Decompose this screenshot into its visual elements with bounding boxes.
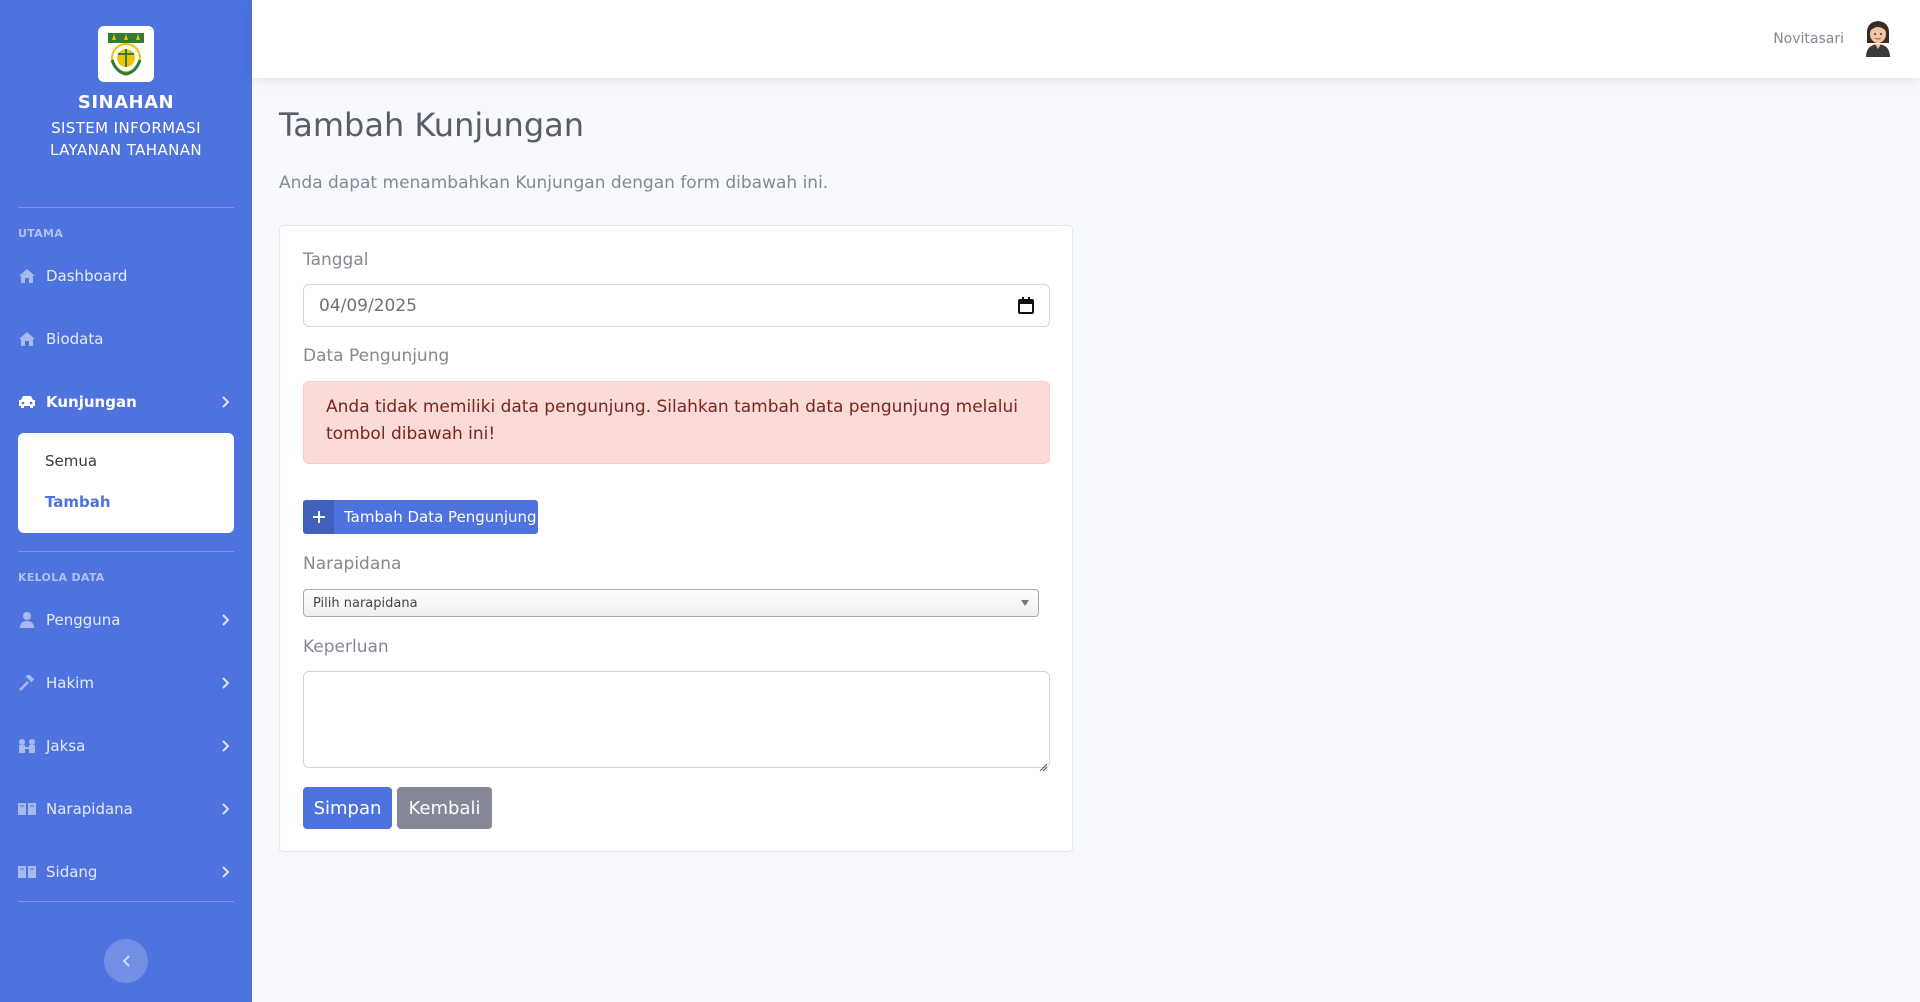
sidebar-item-label: Kunjungan (46, 393, 137, 411)
submenu-item-tambah[interactable]: Tambah (45, 493, 111, 511)
book-icon (18, 863, 36, 881)
keperluan-label: Keperluan (303, 637, 389, 657)
justice-scale-emblem-icon (98, 26, 154, 82)
sidebar-heading-main: UTAMA (18, 227, 64, 240)
sidebar-item-label: Hakim (46, 674, 94, 692)
gavel-icon (18, 674, 36, 692)
sidebar-item-kunjungan[interactable]: Kunjungan (0, 382, 252, 422)
book-icon (18, 800, 36, 818)
sidebar-item-sidang[interactable]: Sidang (0, 852, 252, 892)
sidebar-item-hakim[interactable]: Hakim (0, 663, 252, 703)
sidebar-item-label: Narapidana (46, 800, 133, 818)
tanggal-date-input[interactable]: 04/09/2025 (303, 284, 1050, 327)
calendar-icon[interactable] (1018, 297, 1034, 319)
sidebar-item-label: Sidang (46, 863, 98, 881)
narapidana-select-placeholder: Pilih narapidana (313, 595, 418, 611)
car-icon (18, 393, 36, 411)
plus-icon (303, 500, 334, 534)
sidebar-divider (18, 551, 234, 552)
sidebar-item-biodata[interactable]: Biodata (0, 319, 252, 359)
chevron-right-icon (222, 675, 230, 693)
chevron-down-icon (222, 394, 230, 412)
home-icon (18, 267, 36, 285)
sidebar-toggle-button[interactable] (104, 939, 148, 983)
pengunjung-label: Data Pengunjung (303, 346, 450, 366)
page-description: Anda dapat menambahkan Kunjungan dengan … (279, 173, 829, 193)
sidebar-item-dashboard[interactable]: Dashboard (0, 256, 252, 296)
sidebar: SINAHAN SISTEM INFORMASI LAYANAN TAHANAN… (0, 0, 252, 1002)
sidebar-heading-data: KELOLA DATA (18, 571, 105, 584)
chevron-left-icon (122, 952, 130, 971)
submenu-item-semua[interactable]: Semua (45, 452, 97, 470)
sidebar-item-label: Jaksa (46, 737, 86, 755)
chevron-right-icon (222, 738, 230, 756)
kunjungan-submenu: Semua Tambah (18, 433, 234, 533)
home-icon (18, 330, 36, 348)
brand-title: SINAHAN (77, 92, 175, 113)
back-button[interactable]: Kembali (397, 787, 492, 829)
sidebar-item-label: Biodata (46, 330, 104, 348)
sidebar-item-label: Pengguna (46, 611, 121, 629)
chevron-right-icon (222, 864, 230, 882)
user-avatar[interactable] (1862, 19, 1894, 57)
chevron-right-icon (222, 612, 230, 630)
user-icon (18, 611, 36, 629)
narapidana-label: Narapidana (303, 554, 402, 574)
sidebar-brand[interactable]: SINAHAN SISTEM INFORMASI LAYANAN TAHANAN (0, 26, 252, 161)
topbar: Novitasari (252, 0, 1920, 78)
resize-grip-icon[interactable] (1039, 757, 1048, 776)
sidebar-item-narapidana[interactable]: Narapidana (0, 789, 252, 829)
page-title: Tambah Kunjungan (279, 106, 585, 144)
brand-subtitle: SISTEM INFORMASI LAYANAN TAHANAN (0, 117, 252, 161)
user-name[interactable]: Novitasari (1773, 31, 1844, 47)
sidebar-item-jaksa[interactable]: Jaksa (0, 726, 252, 766)
sidebar-item-label: Dashboard (46, 267, 128, 285)
narapidana-select[interactable]: Pilih narapidana (303, 589, 1039, 617)
tanggal-label: Tanggal (303, 250, 369, 270)
brand-subtitle-line1: SISTEM INFORMASI (51, 119, 201, 137)
chevron-down-icon (1021, 600, 1029, 606)
add-visitor-button[interactable]: Tambah Data Pengunjung (303, 500, 538, 534)
chevron-right-icon (222, 801, 230, 819)
add-visitor-button-label: Tambah Data Pengunjung (344, 508, 537, 526)
form-card: Tanggal 04/09/2025 Data Pengunjung Anda … (279, 225, 1073, 852)
tanggal-value: 04/09/2025 (319, 295, 417, 316)
brand-subtitle-line2: LAYANAN TAHANAN (49, 141, 203, 159)
no-visitor-alert: Anda tidak memiliki data pengunjung. Sil… (303, 381, 1050, 464)
save-button[interactable]: Simpan (303, 787, 392, 829)
keperluan-textarea[interactable] (303, 671, 1050, 768)
users-icon (18, 737, 36, 755)
sidebar-item-pengguna[interactable]: Pengguna (0, 600, 252, 640)
sidebar-divider (18, 207, 234, 208)
sidebar-divider (18, 901, 234, 902)
